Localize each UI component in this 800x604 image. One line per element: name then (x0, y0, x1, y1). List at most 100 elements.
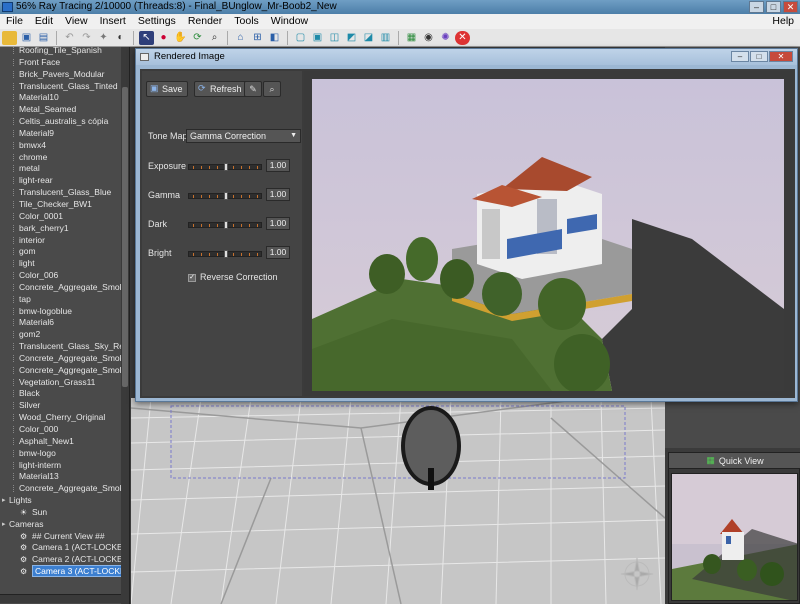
orbit-icon[interactable]: ⟳ (190, 31, 205, 45)
tree-item-material[interactable]: Roofing_Tile_Spanish (0, 47, 129, 57)
slider-bright[interactable] (188, 250, 262, 258)
menu-insert[interactable]: Insert (94, 14, 132, 29)
tree-item-material[interactable]: tap (0, 294, 129, 306)
collapse-arrow-icon[interactable]: ▸ (2, 495, 6, 507)
tree-item-material[interactable]: chrome (0, 152, 129, 164)
tree-item-material[interactable]: Concrete_Aggregate_Smoke (0, 483, 129, 495)
tree-scroll-thumb[interactable] (122, 87, 128, 387)
tree-item-material[interactable]: gom (0, 246, 129, 258)
slider-knob[interactable] (224, 221, 228, 229)
rw-maximize-button[interactable]: □ (750, 51, 768, 62)
rw-close-button[interactable]: ✕ (769, 51, 793, 62)
select-arrow-icon[interactable]: ↖ (139, 30, 154, 45)
quick-view-header[interactable]: ▦ Quick View (669, 453, 800, 469)
slider-knob[interactable] (224, 192, 228, 200)
tree-item-material[interactable]: Front Face (0, 57, 129, 69)
tree-item-material[interactable]: Metal_Seamed (0, 104, 129, 116)
slider-gamma[interactable] (188, 192, 262, 200)
tree-item-material[interactable]: Translucent_Glass_Blue (0, 187, 129, 199)
menu-help[interactable]: Help (766, 14, 800, 29)
render-icon[interactable]: ▦ (404, 31, 419, 45)
tree-item-material[interactable]: Concrete_Aggregate_Smoke1 (0, 282, 129, 294)
tree-item-material[interactable]: metal (0, 163, 129, 175)
cube-top-icon[interactable]: ▣ (310, 31, 325, 45)
tone-map-select[interactable]: Gamma Correction ▼ (186, 129, 301, 143)
camera-icon[interactable]: ◧ (267, 31, 282, 45)
tree-item-material[interactable]: interior (0, 235, 129, 247)
menu-view[interactable]: View (59, 14, 94, 29)
tree-item-material[interactable]: Asphalt_New1 (0, 436, 129, 448)
undo-icon[interactable]: ↶ (62, 31, 77, 45)
tree-horizontal-scrollbar[interactable] (0, 594, 121, 603)
save-button[interactable]: ▣ Save (146, 81, 188, 97)
tree-item-material[interactable]: Material9 (0, 128, 129, 140)
tree-item-camera[interactable]: ⚙ ## Current View ## (0, 531, 129, 543)
menu-render[interactable]: Render (182, 14, 228, 29)
menu-file[interactable]: File (0, 14, 29, 29)
menu-tools[interactable]: Tools (228, 14, 265, 29)
tree-item-material[interactable]: Black (0, 388, 129, 400)
home-icon[interactable]: ⌂ (233, 31, 248, 45)
tree-item-material[interactable]: Material13 (0, 471, 129, 483)
value-field-gamma[interactable]: 1.00 (266, 188, 290, 201)
record-icon[interactable]: ● (156, 31, 171, 45)
cube-back-icon[interactable]: ▥ (378, 31, 393, 45)
tree-item-material[interactable]: Silver (0, 400, 129, 412)
minimize-button[interactable]: – (749, 1, 764, 13)
slider-exposure[interactable] (188, 163, 262, 171)
save-icon[interactable]: ▣ (19, 31, 34, 45)
pan-hand-icon[interactable]: ✋ (173, 31, 188, 45)
restore-button[interactable]: □ (766, 1, 781, 13)
cube-iso-icon[interactable]: ◪ (361, 31, 376, 45)
stop-icon[interactable]: ✕ (455, 30, 470, 45)
tree-item-material[interactable]: Translucent_Glass_Sky_Reflect (0, 341, 129, 353)
pick-icon[interactable]: ✎ (244, 81, 262, 97)
menu-settings[interactable]: Settings (132, 14, 182, 29)
tree-item-material[interactable]: Brick_Pavers_Modular (0, 69, 129, 81)
rendered-image-title-bar[interactable]: Rendered Image (136, 49, 797, 65)
value-field-exposure[interactable]: 1.00 (266, 159, 290, 172)
value-field-dark[interactable]: 1.00 (266, 217, 290, 230)
slider-knob[interactable] (224, 250, 228, 258)
open-folder-icon[interactable] (2, 30, 17, 45)
slider-knob[interactable] (224, 163, 228, 171)
tree-item-material[interactable]: light-interm (0, 460, 129, 472)
tree-item-material[interactable]: light-rear (0, 175, 129, 187)
tree-vertical-scrollbar[interactable] (121, 47, 129, 604)
tree-item-camera[interactable]: ⚙ Camera 3 (ACT-LOCKED) (0, 565, 129, 578)
tree-item-material[interactable]: Vegetation_Grass11 (0, 377, 129, 389)
cube-side-icon[interactable]: ◫ (327, 31, 342, 45)
tree-item-material[interactable]: bmw-logo (0, 448, 129, 460)
cube-persp-icon[interactable]: ◩ (344, 31, 359, 45)
tree-item-material[interactable]: bmw-logoblue (0, 306, 129, 318)
tree-item-material[interactable]: Color_000 (0, 424, 129, 436)
tree-item-material[interactable]: Concrete_Aggregate_Smoke2 (0, 353, 129, 365)
tree-item-material[interactable]: Color_0001 (0, 211, 129, 223)
collapse-arrow-icon[interactable]: ▸ (2, 519, 6, 531)
tree-item-material[interactable]: Celtis_australis_s cópia (0, 116, 129, 128)
tree-item-light[interactable]: ☀ Sun (0, 507, 129, 519)
menu-edit[interactable]: Edit (29, 14, 59, 29)
cube-front-icon[interactable]: ▢ (293, 31, 308, 45)
tree-item-material[interactable]: Tile_Checker_BW1 (0, 199, 129, 211)
tree-item-material[interactable]: light (0, 258, 129, 270)
redo-icon[interactable]: ↷ (79, 31, 94, 45)
refresh-button[interactable]: ⟳ Refresh (194, 81, 247, 97)
slider-dark[interactable] (188, 221, 262, 229)
close-button[interactable]: ✕ (783, 1, 798, 13)
tree-item-material[interactable]: Translucent_Glass_Tinted (0, 81, 129, 93)
tree-item-material[interactable]: Color_006 (0, 270, 129, 282)
value-field-bright[interactable]: 1.00 (266, 246, 290, 259)
tree-item-material[interactable]: gom2 (0, 329, 129, 341)
tree-group-lights[interactable]: ▸ Lights (0, 495, 129, 507)
reverse-correction-checkbox[interactable]: ✓ (188, 274, 196, 282)
tree-item-material[interactable]: bmwx4 (0, 140, 129, 152)
rw-minimize-button[interactable]: – (731, 51, 749, 62)
zoom-icon[interactable]: ⌕ (263, 81, 281, 97)
tree-group-cameras[interactable]: ▸ Cameras (0, 519, 129, 531)
menu-window[interactable]: Window (265, 14, 314, 29)
tree-item-camera[interactable]: ⚙ Camera 1 (ACT-LOCKED) (0, 542, 129, 554)
material-icon[interactable]: ◉ (421, 31, 436, 45)
snap-icon[interactable]: ⊞ (250, 31, 265, 45)
tree-item-material[interactable]: Material10 (0, 92, 129, 104)
